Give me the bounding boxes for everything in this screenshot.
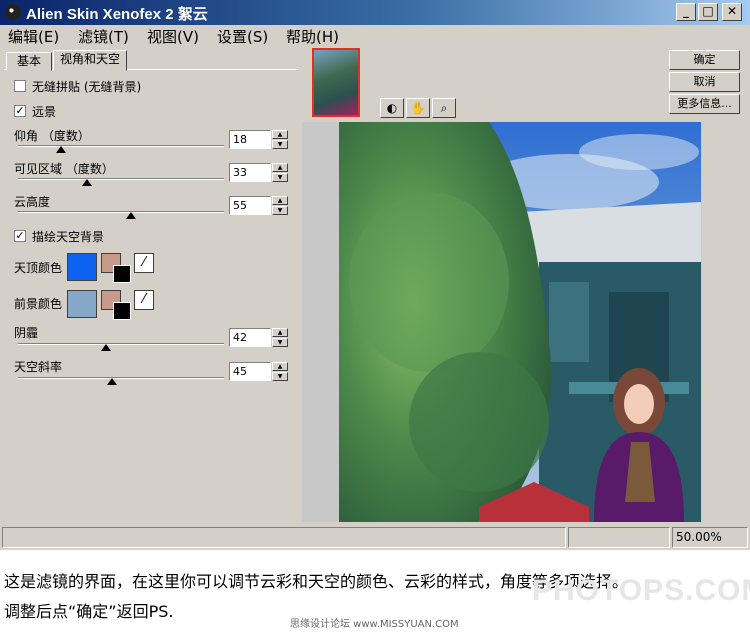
distant-label: 远景 — [32, 105, 57, 119]
foreground-color-label: 前景颜色 — [14, 297, 63, 311]
app-icon — [5, 4, 21, 20]
pitch-slider-thumb[interactable] — [56, 146, 66, 153]
menu-settings[interactable]: 设置(S) — [217, 26, 268, 47]
sky-slope-slider-track[interactable] — [18, 377, 224, 379]
fov-slider-thumb[interactable] — [82, 179, 92, 186]
cloud-height-slider-thumb[interactable] — [126, 212, 136, 219]
ok-button[interactable]: 确定 — [669, 50, 740, 70]
caption-line-2: 调整后点“确定”返回PS. — [4, 602, 174, 621]
foreground-color-swatch[interactable] — [67, 290, 97, 318]
haze-stepper[interactable]: ▲ ▼ — [272, 328, 288, 347]
pitch-stepper[interactable]: ▲ ▼ — [272, 130, 288, 149]
cloud-height-stepper[interactable]: ▲ ▼ — [272, 196, 288, 215]
window-title: Alien Skin Xenofex 2 絮云 — [26, 6, 208, 23]
pitch-label: 仰角 （度数） — [14, 129, 90, 143]
foreground-color-pair[interactable] — [101, 290, 131, 320]
tab-basic[interactable]: 基本 — [6, 52, 52, 71]
navigator-thumbnail[interactable] — [312, 48, 360, 117]
fov-label: 可见区域 （度数） — [14, 162, 114, 176]
foreground-eyedropper-icon[interactable]: ⁄ — [134, 290, 154, 310]
sky-slope-stepper[interactable]: ▲ ▼ — [272, 362, 288, 381]
haze-slider-track[interactable] — [18, 343, 224, 345]
haze-slider-thumb[interactable] — [101, 344, 111, 351]
maximize-button[interactable]: □ — [698, 3, 718, 21]
zenith-color-swatch[interactable] — [67, 253, 97, 281]
fov-stepper[interactable]: ▲ ▼ — [272, 163, 288, 182]
status-panel-mid — [568, 527, 670, 548]
more-info-button[interactable]: 更多信息... — [669, 94, 740, 114]
cloud-height-label: 云高度 — [14, 195, 51, 209]
zenith-color-label: 天顶颜色 — [14, 261, 63, 275]
haze-label: 阴霾 — [14, 326, 39, 340]
tab-view-and-sky[interactable]: 视角和天空 — [53, 50, 127, 71]
zenith-color-pair[interactable] — [101, 253, 131, 283]
draw-sky-label: 描绘天空背景 — [32, 230, 105, 244]
site-credit: 思缘设计论坛 www.MISSYUAN.COM — [290, 619, 459, 630]
pitch-slider-track[interactable] — [18, 145, 224, 147]
distant-checkbox[interactable]: ✓ — [14, 105, 26, 117]
sky-slope-label: 天空斜率 — [14, 360, 63, 374]
minimize-button[interactable]: _ — [676, 3, 696, 21]
sky-slope-slider-thumb[interactable] — [107, 378, 117, 385]
zoom-level: 50.00% — [676, 530, 722, 544]
menu-filter[interactable]: 滤镜(T) — [78, 26, 129, 47]
pitch-input[interactable]: 18 — [229, 130, 271, 149]
draw-sky-checkbox[interactable]: ✓ — [14, 230, 26, 242]
seamless-label: 无缝拼贴 (无缝背景) — [32, 80, 142, 94]
seamless-checkbox[interactable] — [14, 80, 26, 92]
menu-help[interactable]: 帮助(H) — [286, 26, 339, 47]
zenith-eyedropper-icon[interactable]: ⁄ — [134, 253, 154, 273]
fov-input[interactable]: 33 — [229, 163, 271, 182]
status-panel-main — [2, 527, 566, 548]
cloud-height-slider-track[interactable] — [18, 211, 224, 213]
preview-photo-illustration — [339, 122, 701, 522]
fov-slider-track[interactable] — [18, 178, 224, 180]
zoom-icon[interactable]: ⌕ — [432, 98, 456, 118]
menu-view[interactable]: 视图(V) — [147, 26, 199, 47]
menu-edit[interactable]: 编辑(E) — [8, 26, 59, 47]
watermark: PHOTOPS.COM — [532, 574, 750, 607]
hand-icon[interactable]: ✋ — [406, 98, 430, 118]
preview-toggle-icon[interactable]: ◐ — [380, 98, 404, 118]
sky-slope-input[interactable]: 45 — [229, 362, 271, 381]
close-button[interactable]: ✕ — [722, 3, 742, 21]
preview-image[interactable] — [339, 122, 701, 522]
cancel-button[interactable]: 取消 — [669, 72, 740, 92]
cloud-height-input[interactable]: 55 — [229, 196, 271, 215]
haze-input[interactable]: 42 — [229, 328, 271, 347]
